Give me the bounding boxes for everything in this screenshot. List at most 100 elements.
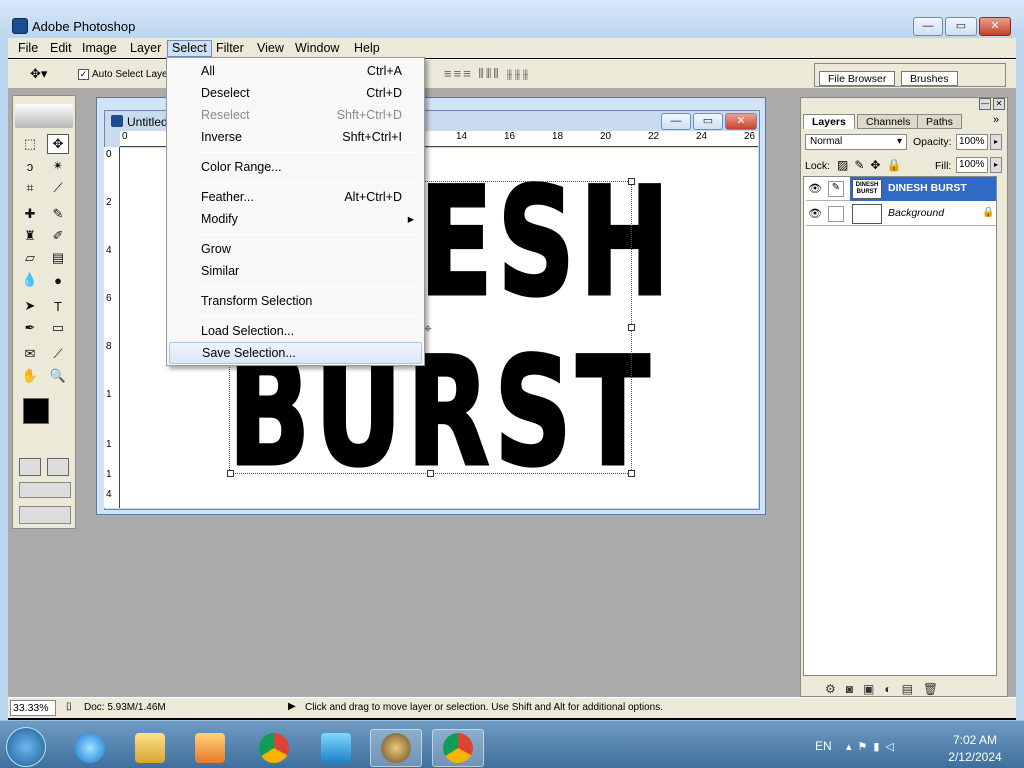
lock-label: Lock: xyxy=(805,160,831,172)
clock-time[interactable]: 7:02 AM xyxy=(946,733,1004,747)
fill-arrow-icon[interactable]: ▸ xyxy=(990,157,1002,173)
taskbar-photoshop-icon[interactable] xyxy=(370,729,422,767)
screen-mode-icons[interactable] xyxy=(19,482,71,498)
tab-brushes[interactable]: Brushes xyxy=(901,71,958,86)
lasso-tool-icon[interactable]: ↄ xyxy=(19,156,41,176)
brush-tool-icon[interactable]: ✎ xyxy=(47,204,69,224)
zoom-tool-icon[interactable]: 🔍 xyxy=(47,366,69,386)
blur-tool-icon[interactable]: 💧 xyxy=(19,270,41,290)
menu-item-color-range[interactable]: Color Range... xyxy=(169,156,422,178)
tab-file-browser[interactable]: File Browser xyxy=(819,71,896,86)
shape-tool-icon[interactable]: ▭ xyxy=(47,318,69,338)
layer-row-dinesh-burst[interactable]: 👁 ✎ DINESH BURST DINESH BURST xyxy=(806,177,996,201)
marquee-tool-icon[interactable]: ⬚ xyxy=(19,134,41,154)
visibility-eye-icon[interactable]: 👁 xyxy=(808,207,822,220)
hand-tool-icon[interactable]: ✋ xyxy=(19,366,41,386)
taskbar-app-icon[interactable] xyxy=(310,729,362,767)
layer-actions-icons[interactable]: ⚙◙▣◐▤🗑 xyxy=(825,682,948,696)
standard-mode-icon[interactable] xyxy=(19,458,41,476)
tray-icons[interactable]: ▴⚑▮◁ xyxy=(846,740,900,753)
menu-item-deselect[interactable]: Deselect Ctrl+D xyxy=(169,82,422,104)
layer-brush-link-icon[interactable]: ✎ xyxy=(828,181,844,197)
layer-name[interactable]: Background xyxy=(888,207,944,219)
gradient-tool-icon[interactable]: ▤ xyxy=(47,248,69,268)
language-indicator[interactable]: EN xyxy=(815,739,832,753)
transform-handle[interactable] xyxy=(628,178,635,185)
menu-image[interactable]: Image xyxy=(78,40,121,57)
taskbar-chrome-icon-2[interactable] xyxy=(432,729,484,767)
eraser-tool-icon[interactable]: ▱ xyxy=(19,248,41,268)
transform-handle[interactable] xyxy=(227,470,234,477)
magic-wand-icon[interactable]: ✴ xyxy=(47,156,69,176)
history-brush-icon[interactable]: ✐ xyxy=(47,226,69,246)
dodge-tool-icon[interactable]: ● xyxy=(47,270,69,290)
tab-paths[interactable]: Paths xyxy=(917,114,962,129)
eyedropper-icon[interactable]: ⟋ xyxy=(47,344,69,364)
taskbar-ie-icon[interactable] xyxy=(64,729,116,767)
menu-file[interactable]: File xyxy=(14,40,42,57)
menu-view[interactable]: View xyxy=(253,40,288,57)
menu-item-similar[interactable]: Similar xyxy=(169,260,422,282)
menu-item-transform-selection[interactable]: Transform Selection xyxy=(169,290,422,312)
taskbar-chrome-icon[interactable] xyxy=(248,729,300,767)
menu-item-inverse[interactable]: Inverse Shft+Ctrl+I xyxy=(169,126,422,148)
doc-close-button[interactable]: ✕ xyxy=(725,113,757,130)
layer-row-background[interactable]: 👁 Background 🔒 xyxy=(806,202,996,226)
move-tool-button[interactable]: ✥ xyxy=(47,134,69,154)
taskbar-media-icon[interactable] xyxy=(184,729,236,767)
transform-handle[interactable] xyxy=(628,470,635,477)
menu-layer[interactable]: Layer xyxy=(126,40,165,57)
crop-tool-icon[interactable]: ⌗ xyxy=(19,178,41,198)
foreground-color-swatch[interactable] xyxy=(23,398,49,424)
menu-select[interactable]: Select xyxy=(167,40,212,57)
panel-minimize-icon[interactable]: — xyxy=(979,98,991,110)
menu-help[interactable]: Help xyxy=(350,40,384,57)
menu-window[interactable]: Window xyxy=(291,40,343,57)
start-button[interactable] xyxy=(6,727,46,767)
status-arrow-icon[interactable]: ▶ xyxy=(288,701,296,712)
taskbar-explorer-icon[interactable] xyxy=(124,729,176,767)
layer-link-box[interactable] xyxy=(828,206,844,222)
menu-item-grow[interactable]: Grow xyxy=(169,238,422,260)
fill-input[interactable]: 100% xyxy=(956,157,988,173)
maximize-button[interactable]: ▭ xyxy=(945,17,977,36)
menu-filter[interactable]: Filter xyxy=(212,40,248,57)
panel-close-icon[interactable]: ✕ xyxy=(993,98,1005,110)
clock-date[interactable]: 2/12/2024 xyxy=(942,750,1008,764)
type-tool-icon[interactable]: T xyxy=(47,296,69,316)
opacity-arrow-icon[interactable]: ▸ xyxy=(990,134,1002,150)
tab-channels[interactable]: Channels xyxy=(857,114,920,129)
doc-minimize-button[interactable]: — xyxy=(661,113,691,130)
move-tool-icon[interactable]: ✥▾ xyxy=(30,66,47,82)
minimize-button[interactable]: — xyxy=(913,17,943,36)
quick-mask-icon[interactable] xyxy=(47,458,69,476)
menu-edit[interactable]: Edit xyxy=(46,40,76,57)
menu-item-modify[interactable]: Modify ▸ xyxy=(169,208,422,230)
slice-tool-icon[interactable]: ⟋ xyxy=(47,178,69,198)
lock-icons[interactable]: ▨✎✥🔒 xyxy=(837,158,907,172)
zoom-level-input[interactable]: 33.33% xyxy=(10,700,56,716)
layer-name[interactable]: DINESH BURST xyxy=(888,182,967,194)
visibility-eye-icon[interactable]: 👁 xyxy=(808,182,822,195)
transform-handle[interactable] xyxy=(628,324,635,331)
tab-layers[interactable]: Layers xyxy=(803,114,855,129)
healing-brush-icon[interactable]: ✚ xyxy=(19,204,41,224)
align-icons[interactable]: ≡≡≡ ⫴⫴⫴ ⫵⫵⫵ xyxy=(444,66,530,82)
path-select-icon[interactable]: ➤ xyxy=(19,296,41,316)
transform-handle[interactable] xyxy=(427,470,434,477)
panel-menu-icon[interactable]: » xyxy=(993,114,999,126)
menu-item-feather[interactable]: Feather... Alt+Ctrl+D xyxy=(169,186,422,208)
menu-item-save-selection[interactable]: Save Selection... xyxy=(169,342,422,364)
close-button[interactable]: ✕ xyxy=(979,17,1011,36)
doc-maximize-button[interactable]: ▭ xyxy=(693,113,723,130)
auto-select-checkbox[interactable]: ✓ xyxy=(78,69,89,80)
transform-center-icon[interactable]: ⌖ xyxy=(424,320,432,337)
jump-to-imageready-icon[interactable] xyxy=(19,506,71,524)
notes-tool-icon[interactable]: ✉ xyxy=(19,344,41,364)
opacity-input[interactable]: 100% xyxy=(956,134,988,150)
menu-item-all[interactable]: All Ctrl+A xyxy=(169,60,422,82)
blend-mode-select[interactable]: Normal ▾ xyxy=(805,134,907,150)
menu-item-load-selection[interactable]: Load Selection... xyxy=(169,320,422,342)
clone-stamp-icon[interactable]: ♜ xyxy=(19,226,41,246)
pen-tool-icon[interactable]: ✒ xyxy=(19,318,41,338)
